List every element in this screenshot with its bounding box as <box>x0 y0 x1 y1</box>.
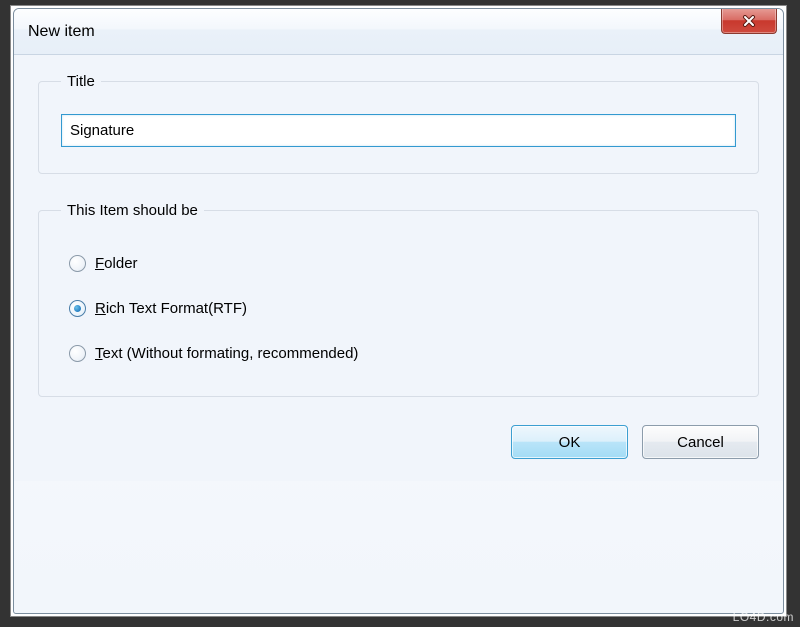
watermark: LO4D.com <box>733 610 794 624</box>
radio-text[interactable]: Text (Without formating, recommended) <box>69 345 736 362</box>
dialog-window: New item Title This Item should be <box>13 8 784 614</box>
close-button[interactable] <box>721 8 777 34</box>
radio-folder-label: Folder <box>95 255 138 272</box>
title-group: Title <box>38 73 759 174</box>
radio-indicator-icon <box>69 345 86 362</box>
radio-rtf[interactable]: Rich Text Format(RTF) <box>69 300 736 317</box>
titlebar[interactable]: New item <box>14 9 783 55</box>
radio-indicator-icon <box>69 300 86 317</box>
cancel-button[interactable]: Cancel <box>642 425 759 459</box>
radio-folder[interactable]: Folder <box>69 255 736 272</box>
type-legend: This Item should be <box>61 202 204 219</box>
radio-indicator-icon <box>69 255 86 272</box>
radio-rtf-label: Rich Text Format(RTF) <box>95 300 247 317</box>
close-icon <box>742 15 756 27</box>
screenshot-frame: New item Title This Item should be <box>10 5 787 617</box>
window-title: New item <box>28 23 95 41</box>
type-group: This Item should be Folder Rich Text For… <box>38 202 759 397</box>
ok-button[interactable]: OK <box>511 425 628 459</box>
radio-text-label: Text (Without formating, recommended) <box>95 345 358 362</box>
title-legend: Title <box>61 73 101 90</box>
title-input[interactable] <box>61 114 736 147</box>
button-row: OK Cancel <box>38 425 759 459</box>
client-area: Title This Item should be Folder <box>14 55 783 481</box>
